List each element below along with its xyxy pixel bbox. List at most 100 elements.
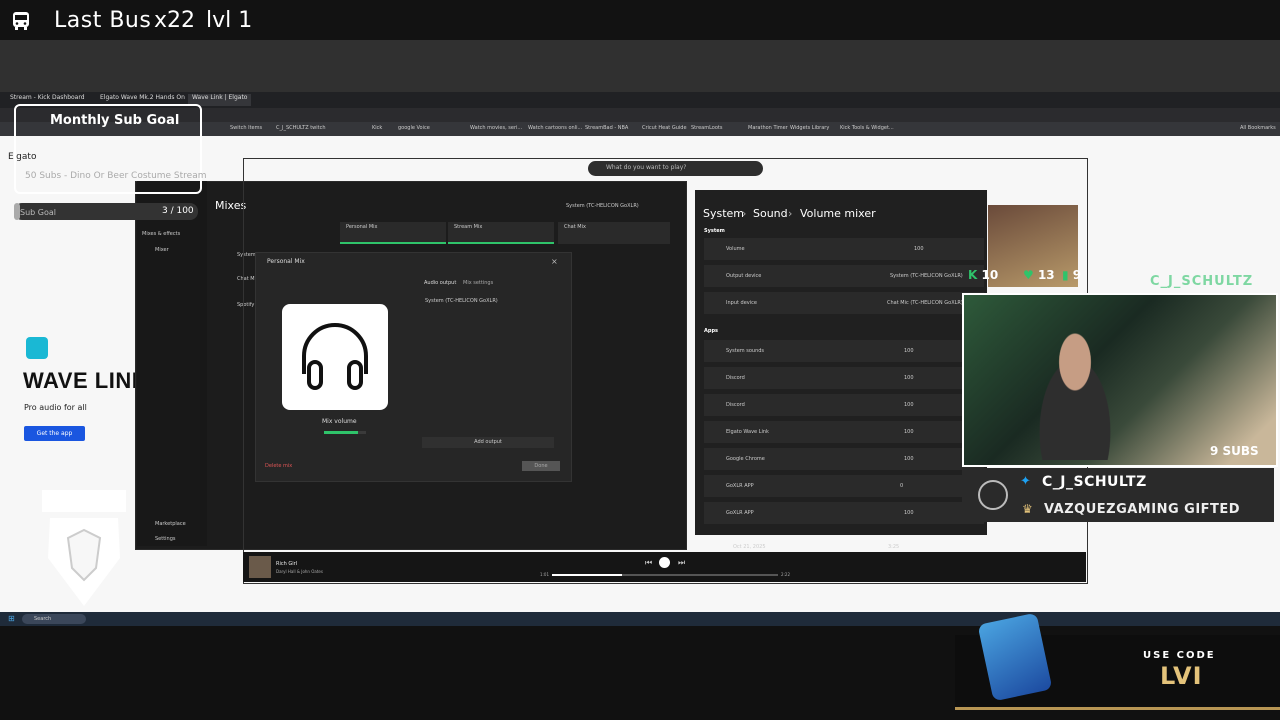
promo-code: LVI [1160,662,1203,690]
bookmark[interactable]: StreamLoots [691,125,722,131]
breadcrumb-separator: › [742,207,747,220]
tab-label: Chat Mix [564,224,586,230]
row-value: 100 [904,429,914,435]
output-device-select[interactable]: System (TC-HELICON GoXLR) [566,203,639,209]
row-value: Chat Mic (TC-HELICON GoXLR) [887,300,963,306]
breadcrumb-system[interactable]: System [703,207,744,220]
bookmark[interactable]: C_J_SCHULTZ twitch [276,125,326,131]
heart-stat: ♥ 13 [1023,268,1055,282]
album-thumbnail [249,556,271,578]
twitter-icon: ✦ [1020,474,1031,489]
breadcrumb-separator: › [788,207,793,220]
search-placeholder: What do you want to play? [606,164,687,171]
app-row[interactable]: Discord 100 [704,367,984,389]
app-row[interactable]: Elgato Wave Link 100 [704,421,984,443]
previous-icon[interactable]: ⏮ [645,558,652,568]
row-value: 100 [904,375,914,381]
use-code-label: USE CODE [1143,650,1216,661]
cam-watermark-name: C_J_SCHULTZ [1150,274,1254,289]
row-value: 100 [914,246,924,252]
row-label: Discord [726,402,745,408]
row-value: 100 [904,402,914,408]
app-row[interactable]: GoXLR APP 100 [704,502,984,524]
app-row[interactable]: System sounds 100 [704,340,984,362]
sidebar-item-mixes[interactable]: Mixes & effects [142,231,180,237]
row-label: Volume [726,246,745,252]
page-title: Mixes [215,199,247,212]
sub-count-badge: 9 SUBS [1210,444,1259,458]
dialog-title: Personal Mix [267,258,305,265]
app-row[interactable]: GoXLR APP 0 [704,475,984,497]
taskbar-search[interactable]: Search [22,614,86,624]
tab-label: Personal Mix [346,224,378,230]
bookmark[interactable]: Kick [372,125,382,131]
wave-link-logo-icon [26,337,48,359]
stream-count: x22 [154,8,196,33]
delete-mix-button[interactable]: Delete mix [265,463,292,469]
tab-personal-mix[interactable]: Personal Mix [340,222,446,244]
section-heading: Apps [704,328,719,334]
app-row[interactable]: Discord 100 [704,394,984,416]
output-device-row[interactable]: Output device System (TC-HELICON GoXLR) [704,265,984,287]
pause-button[interactable] [659,557,670,568]
tab-stream-mix[interactable]: Stream Mix [448,222,554,244]
row-value: 100 [904,348,914,354]
promo-subtitle: Pro audio for all [24,403,87,412]
row-label: Discord [726,375,745,381]
breadcrumb-sound[interactable]: Sound [753,207,788,220]
gifted-sub-alert: VAZQUEZGAMING GIFTED [1044,502,1241,517]
tab-chat-mix[interactable]: Chat Mix [558,222,670,244]
date-label: Oct 21, 2025 [733,544,766,550]
captured-screen-top [0,40,1280,92]
song-title[interactable]: Rich Girl [276,561,297,567]
sub-goal-title: Monthly Sub Goal [50,113,180,128]
time-label: 3:25 [888,544,900,550]
song-artist[interactable]: Daryl Hall & John Oates [276,569,323,574]
kick-count: 10 [981,268,999,282]
stream-level: lvl 1 [206,8,253,33]
bookmark[interactable]: Marathon Timer [748,125,788,131]
row-label: GoXLR APP [726,510,754,516]
bookmark[interactable]: Switch Items [230,125,262,131]
heart-icon: ♥ [1023,268,1034,282]
bookmark[interactable]: StreamBad - NBA [585,125,628,131]
get-app-button[interactable]: Get the app [24,426,85,441]
duration: 2:22 [781,572,790,577]
tab-audio-output[interactable]: Audio output [424,280,456,286]
sidebar-item-mixer[interactable]: Mixer [155,247,169,253]
row-label: GoXLR APP [726,483,754,489]
bookmark[interactable]: Watch cartoons onli... [528,125,582,131]
volume-row[interactable]: Volume 100 [704,238,984,260]
tab-mix-settings[interactable]: Mix settings [463,280,493,286]
tab-label: Stream Mix [454,224,483,230]
row-label: Input device [726,300,757,306]
inferno-lion-logo-icon [42,490,126,606]
bars-stat: ▮ 9 [1062,268,1081,282]
heart-count: 13 [1037,268,1055,282]
row-value: System (TC-HELICON GoXLR) [890,273,963,279]
bookmark[interactable]: Cricut Heat Guide [642,125,687,131]
bookmark[interactable]: All Bookmarks [1240,125,1276,131]
app-row[interactable]: Google Chrome 100 [704,448,984,470]
promo-title: WAVE LINK [23,368,149,393]
windows-start-icon[interactable]: ⊞ [8,614,15,623]
kick-stat: K 10 [968,268,998,282]
sub-goal-label: Sub Goal [20,208,56,217]
bookmark[interactable]: Watch movies, seri... [470,125,522,131]
bookmark[interactable]: Kick Tools & Widget... [840,125,894,131]
sub-goal-value: 3 / 100 [162,206,194,216]
input-device-row[interactable]: Input device Chat Mic (TC-HELICON GoXLR) [704,292,984,314]
next-icon[interactable]: ⏭ [678,558,685,568]
row-label: System sounds [726,348,765,354]
add-output-button[interactable]: Add output [422,437,554,448]
row-value: 0 [900,483,904,489]
row-value: 100 [904,456,914,462]
done-button[interactable]: Done [522,461,560,471]
bookmark[interactable]: Widgets Library [790,125,829,131]
bookmark[interactable]: google Voice [398,125,430,131]
sidebar-item-marketplace[interactable]: Marketplace [155,521,186,527]
close-icon[interactable]: × [551,257,558,266]
row-value: 100 [904,510,914,516]
wave-link-sidebar: Mixes & effects Mixer Marketplace Settin… [137,181,207,546]
sidebar-item-settings[interactable]: Settings [155,536,176,542]
